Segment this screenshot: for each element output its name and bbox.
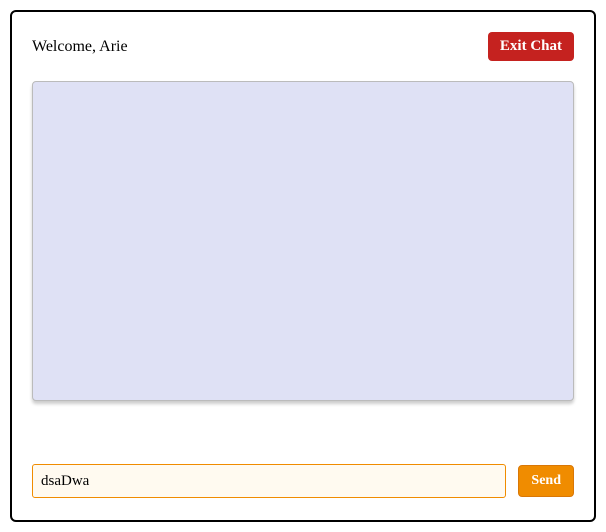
input-row: Send (32, 464, 574, 498)
exit-chat-button[interactable]: Exit Chat (488, 32, 574, 61)
header: Welcome, Arie Exit Chat (32, 32, 574, 61)
welcome-text: Welcome, Arie (32, 38, 128, 56)
send-button[interactable]: Send (518, 465, 574, 497)
chat-display-area (32, 81, 574, 401)
chat-container: Welcome, Arie Exit Chat Send (10, 10, 596, 522)
message-input[interactable] (32, 464, 506, 498)
